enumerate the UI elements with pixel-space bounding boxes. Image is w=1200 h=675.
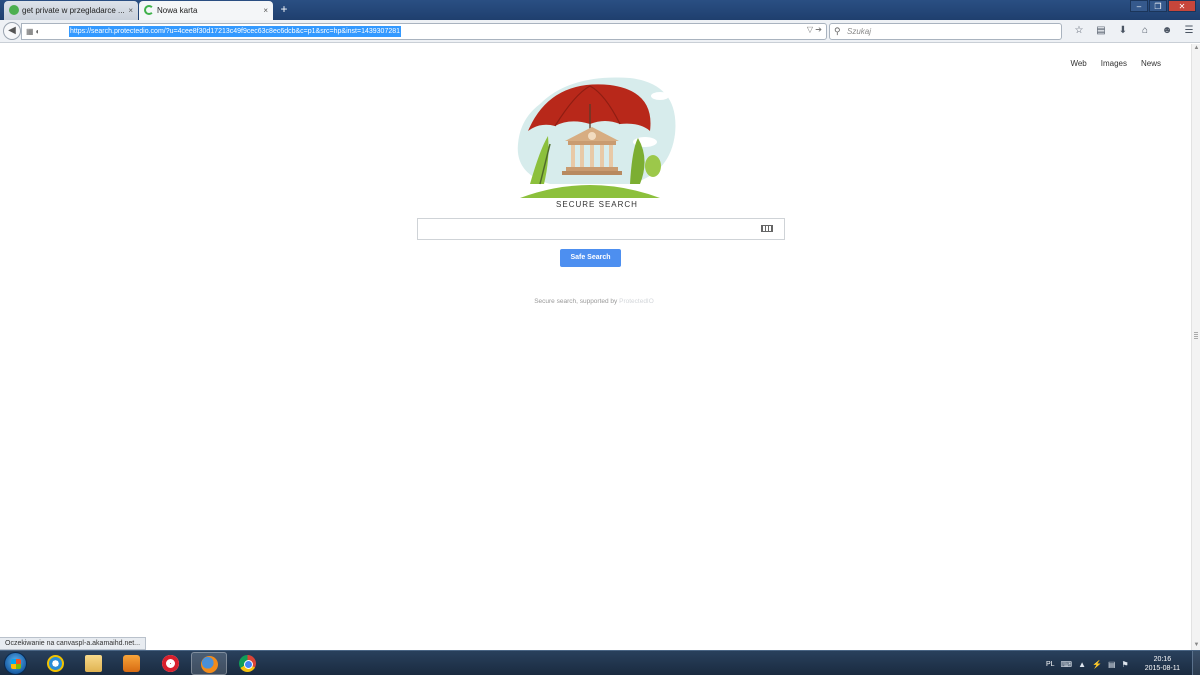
taskbar-media-player[interactable] <box>114 652 150 675</box>
action-center-flag-icon[interactable]: ⚑ <box>1122 660 1129 669</box>
top-nav: Web Images News <box>1070 59 1161 68</box>
show-desktop-button[interactable] <box>1192 651 1200 675</box>
maximize-button[interactable]: ❐ <box>1149 0 1167 12</box>
vertical-scrollbar[interactable]: ▲ ▼ <box>1191 44 1200 650</box>
page-info-icons[interactable]: ▦◐ <box>26 27 42 36</box>
taskbar-internet-explorer[interactable] <box>38 652 74 675</box>
taskbar-opera[interactable] <box>153 652 189 675</box>
folder-icon <box>85 655 102 672</box>
toolbar-icons: ☆ ▤ ⬇ ⌂ ☻ ☰ <box>1068 24 1200 38</box>
opera-icon <box>162 655 179 672</box>
home-icon[interactable]: ⌂ <box>1134 24 1156 38</box>
footer-text: Secure search, supported by ProtectedIO <box>0 298 1188 305</box>
safe-search-input[interactable] <box>417 218 785 240</box>
minimize-button[interactable]: – <box>1130 0 1148 12</box>
system-tray: PL ⌨ ▲ ⚡ ▤ ⚑ 20:16 2015-08-11 <box>1046 655 1180 673</box>
power-icon[interactable]: ⚡ <box>1092 660 1102 669</box>
chrome-icon <box>239 655 256 672</box>
show-hidden-icons-icon[interactable]: ▲ <box>1078 660 1086 669</box>
clock[interactable]: 20:16 2015-08-11 <box>1145 655 1180 673</box>
clock-time: 20:16 <box>1153 656 1172 663</box>
umbrella-bank-logo <box>517 77 676 198</box>
scroll-grip[interactable] <box>1194 332 1198 340</box>
new-tab-button[interactable]: + <box>277 2 291 17</box>
keyboard-layout-icon[interactable]: ⌨ <box>1061 660 1073 669</box>
menu-icon[interactable]: ☰ <box>1178 24 1200 38</box>
media-player-icon <box>123 655 140 672</box>
reading-list-icon[interactable]: ▤ <box>1090 24 1112 38</box>
firefox-icon <box>201 656 218 673</box>
windows-taskbar: PL ⌨ ▲ ⚡ ▤ ⚑ 20:16 2015-08-11 <box>0 650 1200 675</box>
internet-explorer-icon <box>47 655 64 672</box>
status-bar: Oczekiwanie na canvaspl-a.akamaihd.net..… <box>0 637 147 650</box>
tab-label: get private w przegladarce ... <box>22 6 125 15</box>
search-icon: ⚲ <box>834 26 841 36</box>
go-arrow-icon[interactable]: ▽ ➔ <box>807 25 822 34</box>
url-text[interactable]: https://search.protectedio.com/?u=4cee8f… <box>69 26 402 37</box>
tab-nowa-karta[interactable]: Nowa karta × <box>139 1 273 20</box>
back-button[interactable]: ◀ <box>3 22 21 40</box>
tab-label: Nowa karta <box>157 6 198 15</box>
footer-label: Secure search, supported by <box>534 298 620 305</box>
tab-close-icon[interactable]: × <box>128 1 133 20</box>
language-indicator[interactable]: PL <box>1046 661 1055 668</box>
nav-images-link[interactable]: Images <box>1101 59 1127 68</box>
network-icon[interactable]: ▤ <box>1108 660 1116 669</box>
taskbar-chrome[interactable] <box>230 652 266 675</box>
footer-brand-link[interactable]: ProtectedIO <box>619 298 654 305</box>
taskbar-firefox[interactable] <box>191 652 227 675</box>
navigation-toolbar: ◀ ▦◐ https://search.protectedio.com/?u=4… <box>0 20 1200 43</box>
windows-logo-icon <box>11 659 21 669</box>
start-button[interactable] <box>4 652 27 675</box>
tab-close-icon[interactable]: × <box>263 1 268 20</box>
chat-icon[interactable]: ☻ <box>1156 24 1178 38</box>
close-window-button[interactable]: ✕ <box>1168 0 1196 12</box>
address-bar[interactable]: ▦◐ https://search.protectedio.com/?u=4ce… <box>21 23 827 40</box>
browser-search-box[interactable]: ⚲ Szukaj <box>829 23 1062 40</box>
tab-get-private[interactable]: get private w przegladarce ... × <box>4 1 138 20</box>
window-controls: – ❐ ✕ <box>1129 0 1196 14</box>
scroll-up-icon[interactable]: ▲ <box>1193 45 1200 52</box>
tab-strip: get private w przegladarce ... × Nowa ka… <box>0 0 1200 20</box>
brand-title: SECURE SEARCH <box>556 200 638 209</box>
clock-date: 2015-08-11 <box>1144 665 1180 672</box>
nav-web-link[interactable]: Web <box>1070 59 1086 68</box>
keyboard-icon[interactable] <box>761 225 773 232</box>
search-placeholder: Szukaj <box>847 27 872 36</box>
nav-news-link[interactable]: News <box>1141 59 1161 68</box>
scroll-down-icon[interactable]: ▼ <box>1193 642 1200 649</box>
download-icon[interactable]: ⬇ <box>1112 24 1134 38</box>
star-icon[interactable]: ☆ <box>1068 24 1090 38</box>
tab-favicon-icon <box>9 5 19 15</box>
loading-spinner-icon <box>144 5 154 15</box>
taskbar-file-explorer[interactable] <box>76 652 112 675</box>
safe-search-button[interactable]: Safe Search <box>560 249 621 267</box>
